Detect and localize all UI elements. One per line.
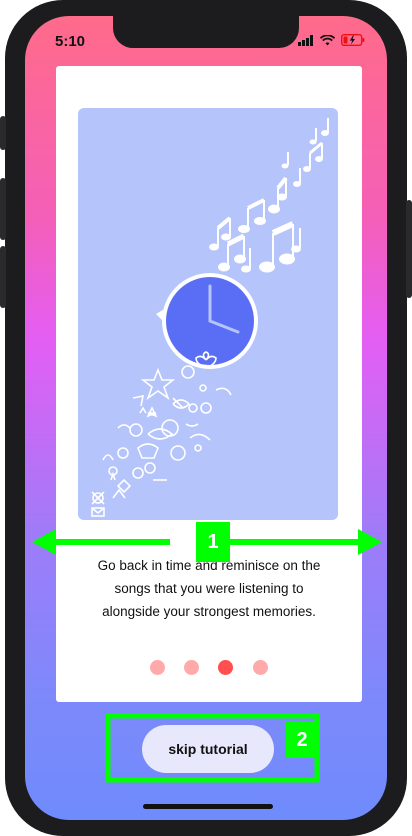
tutorial-text-line: Go back in time and reminisce on the <box>97 558 321 573</box>
wifi-icon <box>320 34 335 45</box>
notch <box>113 16 299 48</box>
home-indicator[interactable] <box>143 804 273 809</box>
skip-tutorial-button[interactable]: skip tutorial <box>142 725 274 773</box>
tutorial-text-line: alongside your strongest memories. <box>102 604 316 619</box>
battery-charging-icon <box>341 34 365 46</box>
page-dot-1[interactable] <box>150 660 165 675</box>
page-indicator <box>56 660 362 676</box>
music-notes-icon <box>209 118 329 273</box>
status-icons <box>298 34 365 46</box>
volume-down-button <box>0 246 6 308</box>
page-dot-2[interactable] <box>184 660 199 675</box>
page-dot-4[interactable] <box>253 660 268 675</box>
tutorial-text-line: songs that you were listening to <box>114 581 304 596</box>
page-dot-3[interactable] <box>218 660 233 675</box>
app-screen: 5:10 Go back in time and reminisce on th… <box>25 16 387 820</box>
mute-switch <box>0 116 6 150</box>
memories-doodles-icon <box>91 351 232 517</box>
music-memories-illustration <box>91 118 329 517</box>
clock-icon <box>156 273 258 369</box>
tutorial-illustration <box>78 108 338 520</box>
volume-up-button <box>0 178 6 240</box>
status-time: 5:10 <box>55 33 86 50</box>
tutorial-description: Go back in time and reminisce on the son… <box>68 554 350 623</box>
tutorial-card: Go back in time and reminisce on the son… <box>56 66 362 702</box>
signal-icon <box>298 34 313 46</box>
power-button <box>406 200 412 298</box>
